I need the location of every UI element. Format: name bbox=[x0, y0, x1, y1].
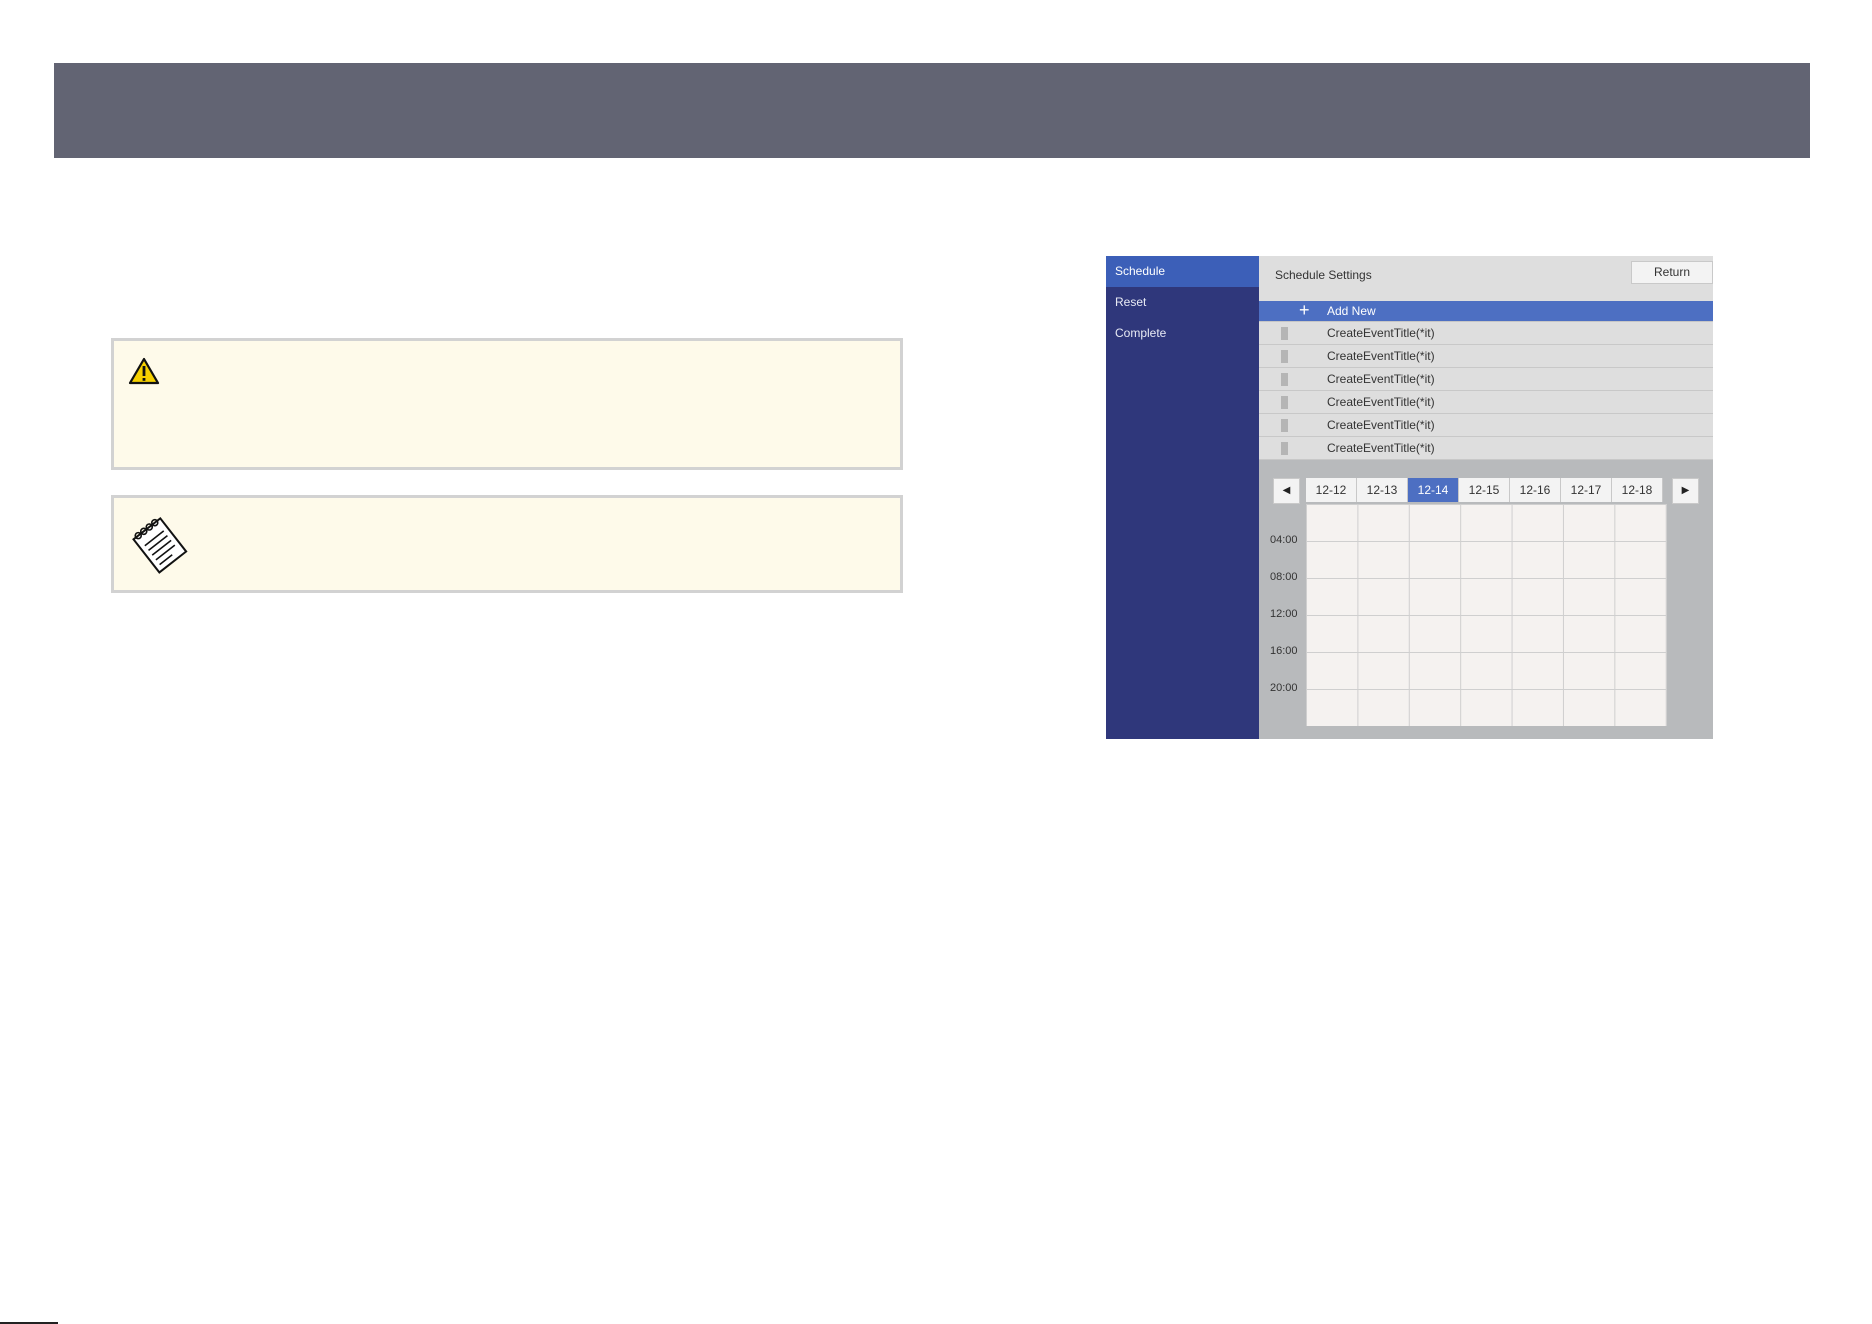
plus-icon: + bbox=[1299, 300, 1310, 320]
event-title: CreateEventTitle(*it) bbox=[1327, 326, 1435, 340]
date-tab[interactable]: 12-15 bbox=[1459, 478, 1510, 502]
return-button[interactable]: Return bbox=[1631, 261, 1713, 284]
sidebar-item-schedule[interactable]: Schedule bbox=[1106, 256, 1259, 287]
event-color-swatch bbox=[1281, 419, 1288, 432]
next-week-button[interactable]: ▶ bbox=[1672, 478, 1699, 504]
date-tab[interactable]: 12-17 bbox=[1561, 478, 1612, 502]
event-list: + Add New CreateEventTitle(*it) CreateEv… bbox=[1259, 301, 1713, 460]
date-header: 12-12 12-13 12-14 12-15 12-16 12-17 12-1… bbox=[1306, 478, 1666, 502]
event-title: CreateEventTitle(*it) bbox=[1327, 395, 1435, 409]
time-label: 08:00 bbox=[1270, 571, 1298, 583]
list-item[interactable]: CreateEventTitle(*it) bbox=[1259, 322, 1713, 345]
event-title: CreateEventTitle(*it) bbox=[1327, 418, 1435, 432]
event-color-swatch bbox=[1281, 442, 1288, 455]
date-tab[interactable]: 12-16 bbox=[1510, 478, 1561, 502]
schedule-settings-screenshot: Schedule Reset Complete Schedule Setting… bbox=[1106, 256, 1713, 739]
event-color-swatch bbox=[1281, 350, 1288, 363]
chevron-right-icon: ▶ bbox=[1681, 485, 1690, 496]
date-tab[interactable]: 12-18 bbox=[1612, 478, 1663, 502]
date-tab-selected[interactable]: 12-14 bbox=[1408, 478, 1459, 502]
event-title: CreateEventTitle(*it) bbox=[1327, 349, 1435, 363]
sidebar: Schedule Reset Complete bbox=[1106, 256, 1259, 739]
event-title: CreateEventTitle(*it) bbox=[1327, 372, 1435, 386]
date-tab[interactable]: 12-13 bbox=[1357, 478, 1408, 502]
date-tab[interactable]: 12-12 bbox=[1306, 478, 1357, 502]
note-callout bbox=[111, 495, 903, 593]
time-label: 12:00 bbox=[1270, 608, 1298, 620]
event-title: CreateEventTitle(*it) bbox=[1327, 441, 1435, 455]
list-item[interactable]: CreateEventTitle(*it) bbox=[1259, 391, 1713, 414]
list-item[interactable]: CreateEventTitle(*it) bbox=[1259, 414, 1713, 437]
prev-week-button[interactable]: ◀ bbox=[1273, 478, 1300, 504]
warning-callout bbox=[111, 338, 903, 470]
main-header: Schedule Settings Return bbox=[1259, 256, 1713, 301]
time-label: 04:00 bbox=[1270, 534, 1298, 546]
notepad-icon bbox=[128, 514, 192, 579]
event-color-swatch bbox=[1281, 396, 1288, 409]
add-new-button[interactable]: + Add New bbox=[1259, 301, 1713, 322]
list-item[interactable]: CreateEventTitle(*it) bbox=[1259, 345, 1713, 368]
sidebar-item-complete[interactable]: Complete bbox=[1106, 318, 1259, 349]
schedule-grid[interactable] bbox=[1306, 504, 1667, 726]
page-title: Schedule Settings bbox=[1275, 268, 1372, 282]
page-header-bar bbox=[54, 63, 1810, 158]
list-item[interactable]: CreateEventTitle(*it) bbox=[1259, 437, 1713, 460]
sidebar-item-reset[interactable]: Reset bbox=[1106, 287, 1259, 318]
time-label: 20:00 bbox=[1270, 682, 1298, 694]
warning-triangle-icon bbox=[128, 357, 160, 390]
time-label: 16:00 bbox=[1270, 645, 1298, 657]
event-color-swatch bbox=[1281, 373, 1288, 386]
list-item[interactable]: CreateEventTitle(*it) bbox=[1259, 368, 1713, 391]
chevron-left-icon: ◀ bbox=[1282, 485, 1291, 496]
event-color-swatch bbox=[1281, 327, 1288, 340]
add-new-label: Add New bbox=[1327, 304, 1376, 318]
